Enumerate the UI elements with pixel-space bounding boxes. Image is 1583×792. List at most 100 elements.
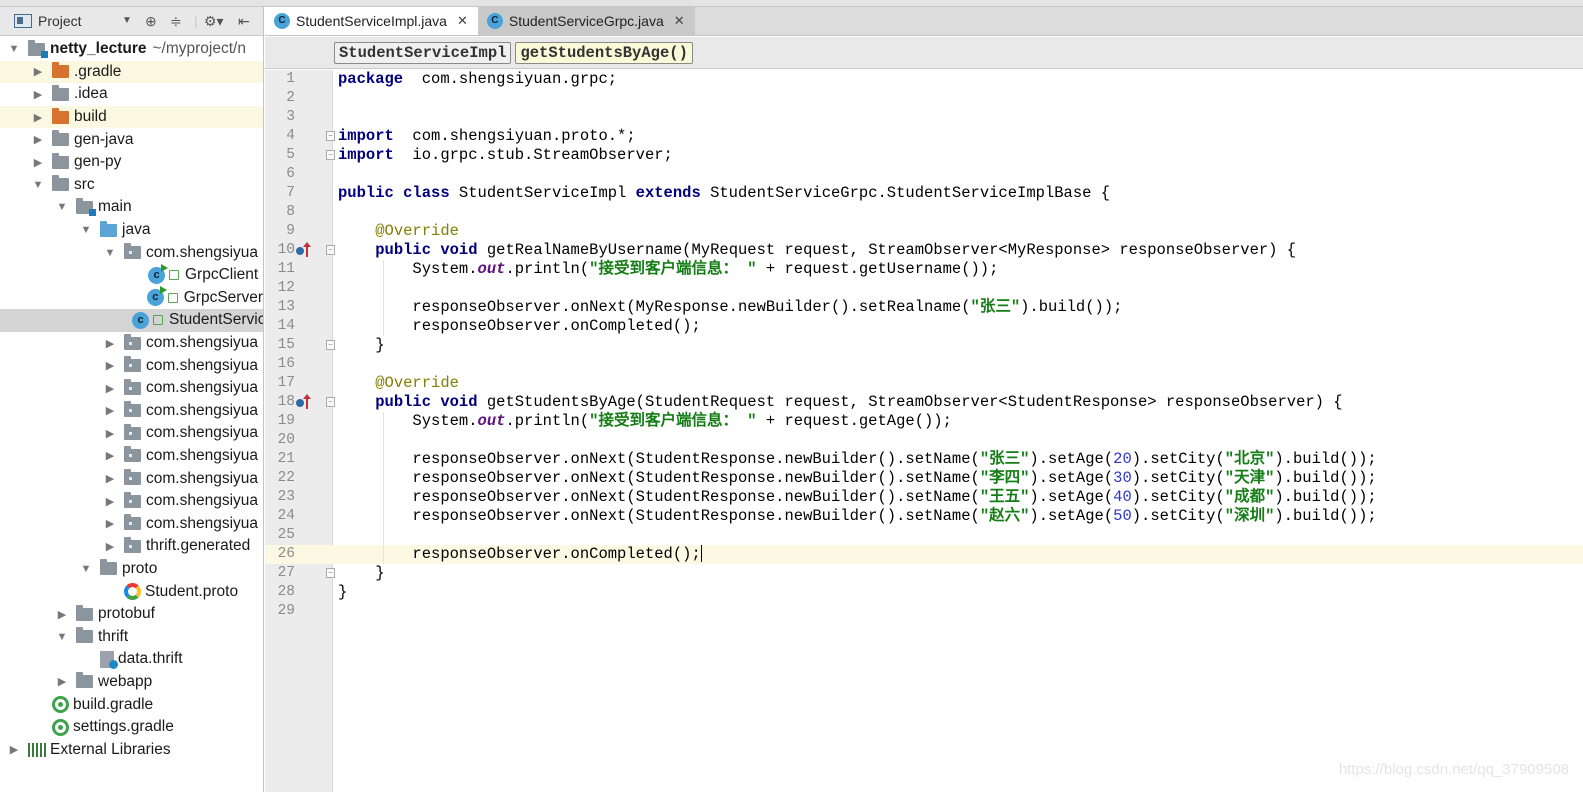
code-line[interactable]: responseObserver.onNext(StudentResponse.…	[338, 507, 1376, 526]
expand-arrow-down-icon[interactable]: ▼	[78, 563, 94, 575]
tree-item[interactable]: ▼ proto	[0, 558, 263, 581]
code-line[interactable]: responseObserver.onNext(StudentResponse.…	[338, 488, 1376, 507]
expand-arrow-right-icon[interactable]: ▶	[102, 449, 118, 462]
project-panel-title[interactable]: Project	[38, 13, 82, 29]
code-line[interactable]: System.out.println("接受到客户端信息： " + reques…	[338, 260, 998, 279]
tree-item[interactable]: ▼ src	[0, 174, 263, 197]
expand-arrow-down-icon[interactable]: ▼	[6, 43, 22, 55]
tree-item[interactable]: settings.gradle	[0, 716, 263, 739]
tree-item[interactable]: ▶ com.shengsiyua	[0, 332, 263, 355]
tree-item[interactable]: ▶ com.shengsiyua	[0, 512, 263, 535]
implements-method-icon[interactable]	[296, 242, 312, 258]
expand-arrow-right-icon[interactable]: ▶	[54, 675, 70, 688]
tree-item[interactable]: ▶ .gradle	[0, 60, 263, 84]
collapse-all-icon[interactable]: ≑	[170, 13, 182, 30]
expand-arrow-right-icon[interactable]: ▶	[30, 133, 46, 146]
tree-item[interactable]: data.thrift	[0, 648, 263, 671]
code-line[interactable]: System.out.println("接受到客户端信息： " + reques…	[338, 412, 952, 431]
code-line[interactable]: }	[338, 336, 384, 355]
tree-item[interactable]: c StudentServiceImpl	[0, 309, 263, 332]
tree-item[interactable]: ▶ build	[0, 105, 263, 129]
code-line[interactable]: public class StudentServiceImpl extends …	[338, 184, 1110, 203]
tree-item[interactable]: ▼ thrift	[0, 625, 263, 648]
fold-marker-icon[interactable]: −	[326, 131, 335, 141]
settings-gear-icon[interactable]: ⚙▾	[204, 13, 224, 30]
tree-item[interactable]: ▶ protobuf	[0, 603, 263, 626]
code-line[interactable]: import io.grpc.stub.StreamObserver;	[338, 146, 673, 165]
fold-marker-icon[interactable]: −	[326, 245, 335, 255]
tree-item[interactable]: c GrpcClient	[0, 263, 263, 287]
expand-arrow-right-icon[interactable]: ▶	[102, 495, 118, 508]
code-line[interactable]: responseObserver.onCompleted();	[338, 317, 700, 336]
tree-item[interactable]: ▶ thrift.generated	[0, 535, 263, 558]
fold-marker-icon[interactable]: −	[326, 397, 335, 407]
expand-arrow-right-icon[interactable]: ▶	[102, 337, 118, 350]
hide-panel-icon[interactable]: ⇤	[238, 13, 250, 30]
view-dropdown-caret-icon[interactable]: ▼	[122, 15, 132, 26]
expand-arrow-down-icon[interactable]: ▼	[54, 201, 70, 213]
tree-item[interactable]: Student.proto	[0, 580, 263, 603]
code-line[interactable]: }	[338, 583, 347, 602]
editor-tab[interactable]: C StudentServiceGrpc.java ✕	[477, 7, 695, 35]
expand-arrow-right-icon[interactable]: ▶	[30, 65, 46, 78]
tree-item[interactable]: ▶ webapp	[0, 671, 263, 694]
expand-arrow-right-icon[interactable]: ▶	[102, 517, 118, 530]
tree-item[interactable]: ▶ com.shengsiyua	[0, 422, 263, 445]
expand-arrow-right-icon[interactable]: ▶	[102, 404, 118, 417]
tree-item[interactable]: ▶ com.shengsiyua	[0, 445, 263, 468]
expand-arrow-right-icon[interactable]: ▶	[102, 472, 118, 485]
tree-item[interactable]: ▼ netty_lecture ~/myproject/n	[0, 38, 263, 61]
expand-arrow-right-icon[interactable]: ▶	[30, 156, 46, 169]
tree-item[interactable]: ▶ gen-java	[0, 128, 263, 151]
expand-arrow-down-icon[interactable]: ▼	[54, 631, 70, 643]
expand-arrow-down-icon[interactable]: ▼	[30, 179, 46, 191]
fold-marker-icon[interactable]: −	[326, 568, 335, 578]
close-tab-icon[interactable]: ✕	[674, 13, 685, 29]
expand-arrow-right-icon[interactable]: ▶	[30, 111, 46, 124]
tree-item[interactable]: ▶ com.shengsiyua	[0, 400, 263, 423]
tree-item[interactable]: ▶ .idea	[0, 83, 263, 106]
code-editor[interactable]	[334, 70, 1583, 792]
tree-item[interactable]: ▶ gen-py	[0, 151, 263, 174]
fold-marker-icon[interactable]: −	[326, 340, 335, 350]
expand-arrow-right-icon[interactable]: ▶	[102, 427, 118, 440]
code-line[interactable]: responseObserver.onNext(StudentResponse.…	[338, 450, 1376, 469]
tree-item[interactable]: c GrpcServer	[0, 286, 263, 310]
expand-arrow-right-icon[interactable]: ▶	[54, 608, 70, 621]
code-token: responseObserver.onNext(StudentResponse.…	[338, 507, 980, 525]
code-line[interactable]: @Override	[338, 222, 459, 241]
code-line[interactable]: package com.shengsiyuan.grpc;	[338, 70, 617, 89]
fold-marker-icon[interactable]: −	[326, 150, 335, 160]
expand-arrow-down-icon[interactable]: ▼	[78, 224, 94, 236]
expand-arrow-right-icon[interactable]: ▶	[6, 743, 22, 756]
expand-arrow-right-icon[interactable]: ▶	[102, 359, 118, 372]
expand-arrow-right-icon[interactable]: ▶	[102, 540, 118, 553]
tree-item[interactable]: ▶ com.shengsiyua	[0, 467, 263, 490]
locate-icon[interactable]: ⊕	[145, 13, 157, 30]
tree-item[interactable]: build.gradle	[0, 693, 263, 716]
code-line[interactable]: }	[338, 564, 384, 583]
code-line[interactable]: @Override	[338, 374, 459, 393]
line-number: 16	[277, 356, 295, 372]
implements-method-icon[interactable]	[296, 394, 312, 410]
tree-item[interactable]: ▼ com.shengsiyua	[0, 241, 263, 264]
code-line[interactable]: responseObserver.onCompleted();	[338, 545, 703, 564]
tree-item[interactable]: ▼ java	[0, 219, 263, 242]
tree-item[interactable]: ▶ com.shengsiyua	[0, 490, 263, 513]
expand-arrow-right-icon[interactable]: ▶	[102, 382, 118, 395]
tree-item[interactable]: ▶ External Libraries	[0, 738, 263, 761]
code-line[interactable]: public void getStudentsByAge(StudentRequ…	[338, 393, 1342, 412]
expand-arrow-down-icon[interactable]: ▼	[102, 247, 118, 259]
code-line[interactable]: responseObserver.onNext(MyResponse.newBu…	[338, 298, 1122, 317]
tree-item[interactable]: ▼ main	[0, 196, 263, 219]
breadcrumb-class[interactable]: StudentServiceImpl	[334, 41, 512, 64]
editor-tab[interactable]: C StudentServiceImpl.java ✕	[265, 7, 478, 35]
close-tab-icon[interactable]: ✕	[457, 13, 468, 29]
code-line[interactable]: public void getRealNameByUsername(MyRequ…	[338, 241, 1296, 260]
tree-item[interactable]: ▶ com.shengsiyua	[0, 377, 263, 400]
tree-item[interactable]: ▶ com.shengsiyua	[0, 354, 263, 377]
code-line[interactable]: responseObserver.onNext(StudentResponse.…	[338, 469, 1376, 488]
breadcrumb-method[interactable]: getStudentsByAge()	[515, 41, 693, 64]
expand-arrow-right-icon[interactable]: ▶	[30, 88, 46, 101]
code-line[interactable]: import com.shengsiyuan.proto.*;	[338, 127, 636, 146]
